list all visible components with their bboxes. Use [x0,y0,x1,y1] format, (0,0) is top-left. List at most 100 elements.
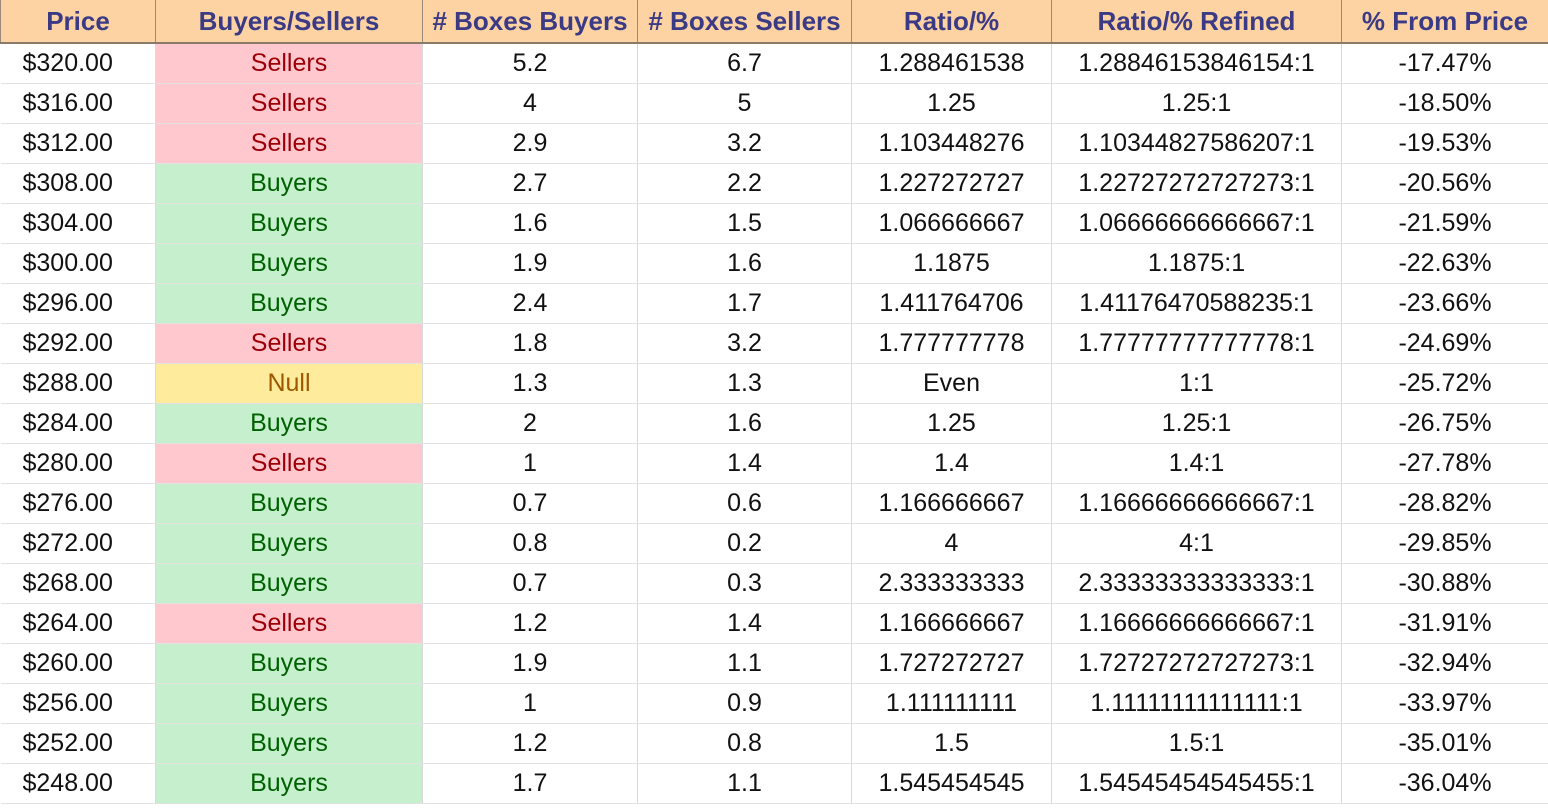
ratio-refined-cell[interactable]: 1.06666666666667:1 [1051,203,1342,244]
ratio-cell[interactable]: 1.411764706 [851,283,1052,324]
boxes-buyers-cell[interactable]: 2.4 [422,283,638,324]
ratio-refined-cell[interactable]: 1.28846153846154:1 [1051,43,1342,84]
buyers-sellers-cell[interactable]: Buyers [155,243,423,284]
pct-from-price-cell[interactable]: -18.50% [1341,83,1548,124]
buyers-sellers-cell[interactable]: Buyers [155,283,423,324]
price-cell[interactable]: $280.00 [0,443,156,484]
pct-from-price-cell[interactable]: -25.72% [1341,363,1548,404]
ratio-cell[interactable]: 2.333333333 [851,563,1052,604]
boxes-buyers-cell[interactable]: 1.8 [422,323,638,364]
price-cell[interactable]: $256.00 [0,683,156,724]
boxes-sellers-cell[interactable]: 1.1 [637,643,852,684]
boxes-buyers-cell[interactable]: 2.9 [422,123,638,164]
ratio-cell[interactable]: 1.227272727 [851,163,1052,204]
ratio-cell[interactable]: 1.066666667 [851,203,1052,244]
price-cell[interactable]: $264.00 [0,603,156,644]
boxes-buyers-cell[interactable]: 5.2 [422,43,638,84]
pct-from-price-cell[interactable]: -19.53% [1341,123,1548,164]
price-cell[interactable]: $284.00 [0,403,156,444]
boxes-buyers-cell[interactable]: 1.9 [422,243,638,284]
ratio-refined-cell[interactable]: 1:1 [1051,363,1342,404]
ratio-refined-cell[interactable]: 1.10344827586207:1 [1051,123,1342,164]
header-ratio-refined[interactable]: Ratio/% Refined [1051,0,1342,44]
ratio-cell[interactable]: 1.1875 [851,243,1052,284]
pct-from-price-cell[interactable]: -29.85% [1341,523,1548,564]
buyers-sellers-cell[interactable]: Buyers [155,523,423,564]
pct-from-price-cell[interactable]: -21.59% [1341,203,1548,244]
pct-from-price-cell[interactable]: -32.94% [1341,643,1548,684]
buyers-sellers-cell[interactable]: Buyers [155,203,423,244]
ratio-cell[interactable]: 1.25 [851,83,1052,124]
price-cell[interactable]: $268.00 [0,563,156,604]
boxes-buyers-cell[interactable]: 0.7 [422,563,638,604]
ratio-refined-cell[interactable]: 1.5:1 [1051,723,1342,764]
buyers-sellers-cell[interactable]: Buyers [155,163,423,204]
pct-from-price-cell[interactable]: -36.04% [1341,763,1548,804]
ratio-refined-cell[interactable]: 2.33333333333333:1 [1051,563,1342,604]
boxes-sellers-cell[interactable]: 6.7 [637,43,852,84]
buyers-sellers-cell[interactable]: Buyers [155,403,423,444]
ratio-refined-cell[interactable]: 1.54545454545455:1 [1051,763,1342,804]
ratio-cell[interactable]: 1.103448276 [851,123,1052,164]
pct-from-price-cell[interactable]: -22.63% [1341,243,1548,284]
header-buyers-sellers[interactable]: Buyers/Sellers [155,0,423,44]
ratio-cell[interactable]: 1.727272727 [851,643,1052,684]
pct-from-price-cell[interactable]: -20.56% [1341,163,1548,204]
boxes-buyers-cell[interactable]: 1.3 [422,363,638,404]
buyers-sellers-cell[interactable]: Buyers [155,723,423,764]
ratio-refined-cell[interactable]: 1.41176470588235:1 [1051,283,1342,324]
buyers-sellers-cell[interactable]: Buyers [155,763,423,804]
ratio-refined-cell[interactable]: 1.11111111111111:1 [1051,683,1342,724]
boxes-sellers-cell[interactable]: 1.4 [637,443,852,484]
price-cell[interactable]: $272.00 [0,523,156,564]
boxes-sellers-cell[interactable]: 0.3 [637,563,852,604]
ratio-refined-cell[interactable]: 1.22727272727273:1 [1051,163,1342,204]
ratio-refined-cell[interactable]: 1.1875:1 [1051,243,1342,284]
boxes-buyers-cell[interactable]: 2.7 [422,163,638,204]
boxes-buyers-cell[interactable]: 4 [422,83,638,124]
price-cell[interactable]: $296.00 [0,283,156,324]
ratio-refined-cell[interactable]: 1.72727272727273:1 [1051,643,1342,684]
ratio-cell[interactable]: 1.5 [851,723,1052,764]
buyers-sellers-cell[interactable]: Buyers [155,643,423,684]
ratio-cell[interactable]: 1.25 [851,403,1052,444]
boxes-sellers-cell[interactable]: 1.3 [637,363,852,404]
boxes-buyers-cell[interactable]: 1.9 [422,643,638,684]
buyers-sellers-cell[interactable]: Buyers [155,563,423,604]
price-cell[interactable]: $300.00 [0,243,156,284]
ratio-refined-cell[interactable]: 1.25:1 [1051,83,1342,124]
boxes-sellers-cell[interactable]: 1.7 [637,283,852,324]
boxes-sellers-cell[interactable]: 3.2 [637,123,852,164]
boxes-buyers-cell[interactable]: 0.8 [422,523,638,564]
ratio-refined-cell[interactable]: 1.77777777777778:1 [1051,323,1342,364]
price-cell[interactable]: $308.00 [0,163,156,204]
buyers-sellers-cell[interactable]: Sellers [155,43,423,84]
pct-from-price-cell[interactable]: -24.69% [1341,323,1548,364]
boxes-buyers-cell[interactable]: 0.7 [422,483,638,524]
ratio-cell[interactable]: 1.777777778 [851,323,1052,364]
price-cell[interactable]: $304.00 [0,203,156,244]
pct-from-price-cell[interactable]: -31.91% [1341,603,1548,644]
ratio-cell[interactable]: 1.545454545 [851,763,1052,804]
boxes-sellers-cell[interactable]: 3.2 [637,323,852,364]
buyers-sellers-cell[interactable]: Sellers [155,83,423,124]
boxes-sellers-cell[interactable]: 5 [637,83,852,124]
pct-from-price-cell[interactable]: -23.66% [1341,283,1548,324]
boxes-sellers-cell[interactable]: 0.2 [637,523,852,564]
price-cell[interactable]: $252.00 [0,723,156,764]
price-cell[interactable]: $276.00 [0,483,156,524]
boxes-sellers-cell[interactable]: 0.6 [637,483,852,524]
boxes-sellers-cell[interactable]: 2.2 [637,163,852,204]
ratio-cell[interactable]: 1.111111111 [851,683,1052,724]
ratio-cell[interactable]: 1.166666667 [851,603,1052,644]
boxes-buyers-cell[interactable]: 1 [422,443,638,484]
price-cell[interactable]: $320.00 [0,43,156,84]
buyers-sellers-cell[interactable]: Buyers [155,683,423,724]
boxes-buyers-cell[interactable]: 1.2 [422,723,638,764]
boxes-sellers-cell[interactable]: 1.5 [637,203,852,244]
pct-from-price-cell[interactable]: -26.75% [1341,403,1548,444]
boxes-buyers-cell[interactable]: 1.6 [422,203,638,244]
pct-from-price-cell[interactable]: -17.47% [1341,43,1548,84]
header-price[interactable]: Price [0,0,156,44]
boxes-buyers-cell[interactable]: 1 [422,683,638,724]
